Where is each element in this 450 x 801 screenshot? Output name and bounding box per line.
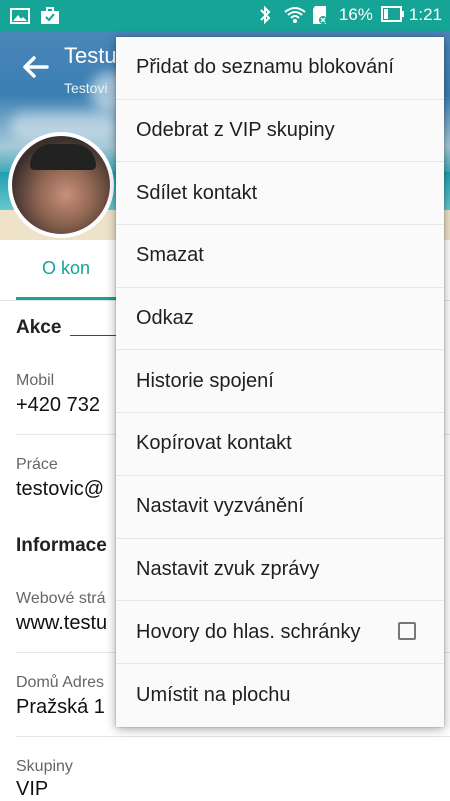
menu-item-label: Přidat do seznamu blokování	[136, 56, 394, 79]
work-label: Práce	[16, 456, 58, 473]
bluetooth-icon	[255, 5, 275, 25]
menu-item-label: Umístit na plochu	[136, 683, 291, 706]
clock: 1:21	[408, 5, 442, 24]
avatar[interactable]	[8, 132, 114, 238]
menu-item-label: Historie spojení	[136, 369, 274, 392]
menu-item-label: Odebrat z VIP skupiny	[136, 119, 335, 142]
menu-item-label: Smazat	[136, 244, 204, 267]
battery-icon	[380, 5, 404, 25]
menu-item-share-contact[interactable]: Sdílet kontakt	[116, 162, 444, 226]
menu-item-label: Odkaz	[136, 307, 194, 330]
groups-label: Skupiny	[16, 758, 73, 775]
menu-item-link[interactable]: Odkaz	[116, 288, 444, 351]
menu-item-label: Sdílet kontakt	[136, 181, 258, 204]
mobile-value[interactable]: +420 732	[16, 394, 100, 417]
status-bar: 16% 1:21	[0, 0, 450, 32]
address-value[interactable]: Pražská 1	[16, 696, 105, 719]
section-rule	[70, 335, 120, 336]
overflow-menu: Přidat do seznamu blokování Odebrat z VI…	[116, 37, 444, 727]
address-label: Domů Adres	[16, 674, 105, 691]
menu-item-set-message-sound[interactable]: Nastavit zvuk zprávy	[116, 539, 444, 602]
sd-card-icon	[311, 5, 331, 25]
menu-item-delete[interactable]: Smazat	[116, 225, 444, 288]
work-value[interactable]: testovic@	[16, 478, 104, 501]
menu-item-label: Kopírovat kontakt	[136, 432, 292, 455]
menu-item-copy-contact[interactable]: Kopírovat kontakt	[116, 413, 444, 476]
avatar-hat	[30, 144, 96, 170]
section-info-title: Informace	[16, 535, 107, 556]
wifi-icon	[283, 5, 306, 25]
mobile-label: Mobil	[16, 372, 55, 389]
checkbox-icon[interactable]	[398, 622, 416, 641]
tab-about[interactable]: O kon	[16, 258, 116, 300]
menu-item-add-to-home[interactable]: Umístit na plochu	[116, 664, 444, 727]
back-arrow-icon[interactable]	[20, 52, 50, 82]
battery-percent: 16%	[338, 5, 373, 24]
web-label: Webové strá	[16, 590, 106, 607]
groups-value[interactable]: VIP	[16, 778, 48, 801]
web-value[interactable]: www.testu	[16, 612, 107, 635]
menu-item-voicemail[interactable]: Hovory do hlas. schránky	[116, 601, 444, 664]
briefcase-icon	[40, 6, 60, 26]
menu-item-block[interactable]: Přidat do seznamu blokování	[116, 37, 444, 100]
menu-item-set-ringtone[interactable]: Nastavit vyzvánění	[116, 476, 444, 539]
gallery-icon	[10, 6, 30, 26]
menu-item-label: Hovory do hlas. schránky	[136, 620, 361, 643]
section-actions-title: Akce	[16, 317, 62, 338]
contact-subtitle: Testovi	[64, 80, 108, 96]
menu-item-call-history[interactable]: Historie spojení	[116, 350, 444, 414]
contact-name: Testu	[64, 43, 117, 68]
divider	[16, 736, 450, 737]
menu-item-label: Nastavit vyzvánění	[136, 495, 304, 518]
menu-item-remove-vip[interactable]: Odebrat z VIP skupiny	[116, 100, 444, 163]
menu-item-label: Nastavit zvuk zprávy	[136, 557, 320, 580]
